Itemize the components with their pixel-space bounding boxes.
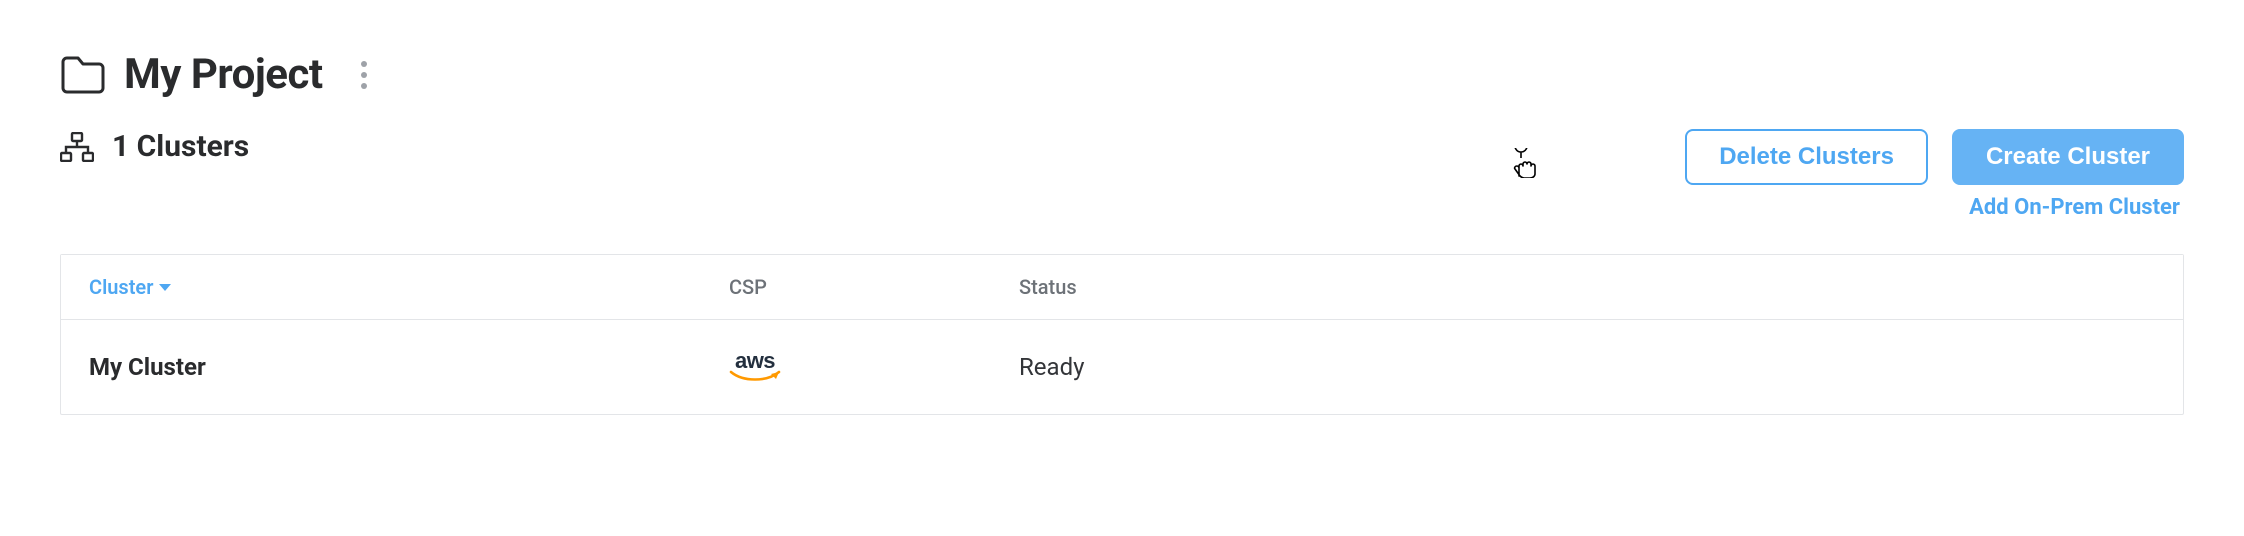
actions-group: Delete Clusters Create Cluster Add On-Pr… — [1685, 129, 2184, 220]
column-header-cluster-label: Cluster — [89, 275, 153, 299]
clusters-count-group: 1 Clusters — [60, 129, 249, 164]
column-header-status: Status — [1019, 275, 1077, 299]
column-header-csp: CSP — [729, 275, 767, 299]
create-cluster-button[interactable]: Create Cluster — [1952, 129, 2184, 185]
status-cell: Ready — [1019, 353, 1084, 381]
clusters-count-label: 1 Clusters — [112, 129, 249, 164]
table-header-row: Cluster CSP Status — [61, 255, 2183, 320]
clusters-subheader: 1 Clusters Delete Clusters Create Cluste… — [60, 129, 2184, 220]
project-header: My Project — [60, 50, 2184, 99]
clusters-table: Cluster CSP Status My Cluster aws — [60, 254, 2184, 415]
folder-icon — [60, 56, 106, 94]
add-onprem-cluster-link[interactable]: Add On-Prem Cluster — [1969, 195, 2180, 220]
project-title: My Project — [124, 50, 323, 99]
sort-caret-down-icon — [159, 284, 171, 291]
csp-cell-text: aws — [735, 350, 775, 372]
cluster-name-cell: My Cluster — [89, 353, 206, 381]
aws-logo-icon: aws — [729, 350, 781, 384]
clusters-icon — [60, 132, 94, 162]
project-menu-button[interactable] — [347, 51, 381, 99]
column-header-cluster[interactable]: Cluster — [89, 275, 171, 299]
delete-clusters-button[interactable]: Delete Clusters — [1685, 129, 1928, 185]
table-row[interactable]: My Cluster aws Ready — [61, 320, 2183, 414]
